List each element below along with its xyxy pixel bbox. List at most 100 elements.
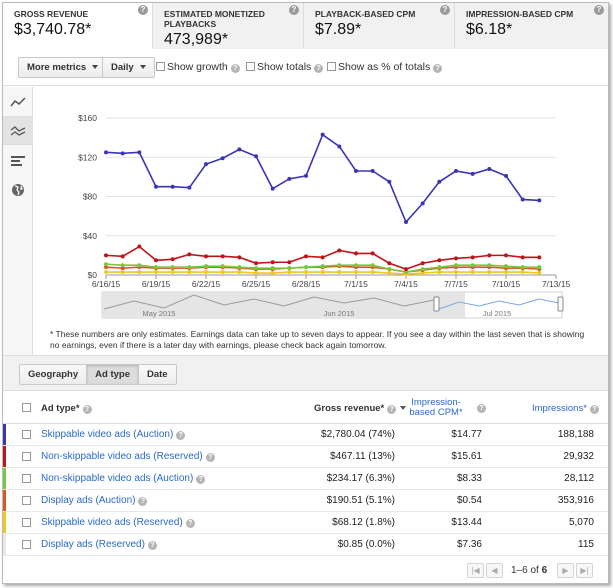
show-totals-checkbox[interactable]: Show totals?: [246, 61, 324, 73]
column-header-impressions[interactable]: Impressions*?: [532, 403, 599, 414]
checkbox-box[interactable]: [246, 62, 255, 71]
help-icon[interactable]: ?: [176, 431, 186, 440]
line-chart-icon[interactable]: [3, 87, 33, 116]
help-icon[interactable]: ?: [196, 475, 206, 484]
data-point: [287, 270, 292, 275]
help-icon[interactable]: ?: [433, 64, 443, 73]
help-icon[interactable]: ?: [230, 64, 240, 73]
table-row[interactable]: Skippable video ads (Reserved)? $68.12 (1…: [3, 512, 608, 534]
help-icon[interactable]: ?: [147, 541, 157, 550]
help-icon[interactable]: ?: [594, 5, 604, 15]
column-header-gross-revenue[interactable]: Gross revenue*?: [314, 403, 407, 414]
data-point: [154, 270, 158, 275]
tab-geography[interactable]: Geography: [20, 365, 88, 384]
data-point: [454, 270, 458, 275]
more-metrics-button[interactable]: More metrics: [18, 57, 108, 78]
data-point: [254, 271, 258, 276]
data-point: [137, 270, 142, 275]
help-icon[interactable]: ?: [289, 5, 299, 15]
checkbox-box[interactable]: [156, 62, 165, 71]
series-color-swatch: [3, 424, 6, 445]
navigator-month-label: Jul 2015: [483, 309, 511, 318]
bar-chart-icon[interactable]: [3, 146, 33, 175]
data-point: [320, 264, 325, 269]
help-icon[interactable]: ?: [440, 5, 450, 15]
data-point: [487, 253, 492, 258]
x-tick-label: 7/4/15: [394, 279, 418, 289]
table-row[interactable]: Non-skippable video ads (Auction)? $234.1…: [3, 468, 608, 490]
metric-value: $3,740.78*: [14, 21, 92, 38]
data-point: [187, 252, 192, 257]
metric-card-gross-revenue[interactable]: GROSS REVENUE $3,740.78* ?: [3, 3, 153, 50]
data-point: [187, 270, 192, 275]
data-point: [404, 267, 408, 272]
tab-date[interactable]: Date: [139, 365, 176, 384]
ad-type-link[interactable]: Skippable video ads (Auction)?: [41, 429, 186, 440]
data-point: [104, 262, 108, 267]
metric-label: IMPRESSION-BASED CPM: [466, 9, 574, 19]
column-header-ad-type[interactable]: Ad type*?: [41, 403, 92, 414]
show-percent-checkbox[interactable]: Show as % of totals?: [327, 61, 443, 73]
row-checkbox[interactable]: [22, 518, 31, 527]
help-icon[interactable]: ?: [589, 405, 599, 414]
data-point: [220, 264, 225, 269]
row-checkbox[interactable]: [22, 430, 31, 439]
metric-card-impression-cpm[interactable]: IMPRESSION-BASED CPM $6.18* ?: [455, 3, 608, 49]
gross-revenue-cell: $467.11 (13%): [330, 451, 395, 462]
metric-label: ESTIMATED MONETIZED PLAYBACKS: [164, 9, 265, 29]
impression-cpm-cell: $13.44: [451, 517, 482, 528]
first-page-button[interactable]: |◀: [467, 563, 484, 578]
help-icon[interactable]: ?: [138, 497, 148, 506]
data-point: [170, 270, 175, 275]
header-label: Gross revenue*: [314, 403, 385, 414]
ad-type-link[interactable]: Skippable video ads (Reserved)?: [41, 517, 195, 528]
row-checkbox[interactable]: [22, 540, 31, 549]
prev-page-button[interactable]: ◀: [486, 563, 503, 578]
row-checkbox[interactable]: [22, 452, 31, 461]
table-row[interactable]: Skippable video ads (Auction)? $2,780.04 …: [3, 424, 608, 446]
impressions-cell: 188,188: [557, 429, 594, 440]
ad-type-link[interactable]: Non-skippable video ads (Reserved)?: [41, 451, 215, 462]
granularity-label: Daily: [111, 62, 134, 73]
globe-icon[interactable]: [3, 175, 33, 204]
data-point: [420, 201, 425, 206]
header-label: Ad type*: [41, 403, 80, 414]
data-point: [437, 270, 442, 275]
help-icon[interactable]: ?: [477, 404, 486, 413]
data-point: [420, 261, 425, 266]
ad-type-link[interactable]: Non-skippable video ads (Auction)?: [41, 473, 206, 484]
last-page-button[interactable]: ▶|: [576, 563, 593, 578]
help-icon[interactable]: ?: [82, 405, 92, 414]
row-checkbox[interactable]: [22, 496, 31, 505]
data-point: [387, 271, 392, 276]
data-point: [237, 265, 242, 270]
help-icon[interactable]: ?: [185, 519, 195, 528]
granularity-dropdown[interactable]: Daily: [102, 57, 155, 78]
metric-card-monetized-playbacks[interactable]: ESTIMATED MONETIZED PLAYBACKS 473,989* ?: [153, 3, 304, 49]
show-growth-checkbox[interactable]: Show growth?: [156, 61, 240, 73]
metric-value: $6.18*: [466, 21, 513, 38]
metric-value: 473,989*: [164, 31, 229, 48]
data-point: [537, 255, 542, 260]
ad-type-link[interactable]: Display ads (Auction)?: [41, 495, 148, 506]
help-icon[interactable]: ?: [387, 405, 397, 414]
help-icon[interactable]: ?: [314, 64, 324, 73]
show-growth-label: Show growth: [167, 61, 228, 73]
table-row[interactable]: Display ads (Reserved)? $0.85 (0.0%) $7.36…: [3, 534, 608, 556]
checkbox-box[interactable]: [327, 62, 336, 71]
select-all-checkbox[interactable]: [22, 403, 31, 412]
data-point: [370, 251, 375, 256]
ad-type-label: Non-skippable video ads (Reserved): [41, 451, 203, 462]
tab-ad-type[interactable]: Ad type: [87, 365, 139, 384]
row-checkbox[interactable]: [22, 474, 31, 483]
help-icon[interactable]: ?: [138, 5, 148, 15]
next-page-button[interactable]: ▶: [557, 563, 574, 578]
multi-line-chart-icon[interactable]: [3, 116, 33, 145]
table-row[interactable]: Display ads (Auction)? $190.51 (5.1%) $0.5…: [3, 490, 608, 512]
ad-type-link[interactable]: Display ads (Reserved)?: [41, 539, 157, 550]
help-icon[interactable]: ?: [205, 453, 215, 462]
impressions-cell: 353,916: [557, 495, 594, 506]
metric-card-playback-cpm[interactable]: PLAYBACK-BASED CPM $7.89* ?: [304, 3, 455, 49]
column-header-impression-cpm[interactable]: Impression-based CPM*: [401, 398, 471, 418]
table-row[interactable]: Non-skippable video ads (Reserved)? $467.…: [3, 446, 608, 468]
